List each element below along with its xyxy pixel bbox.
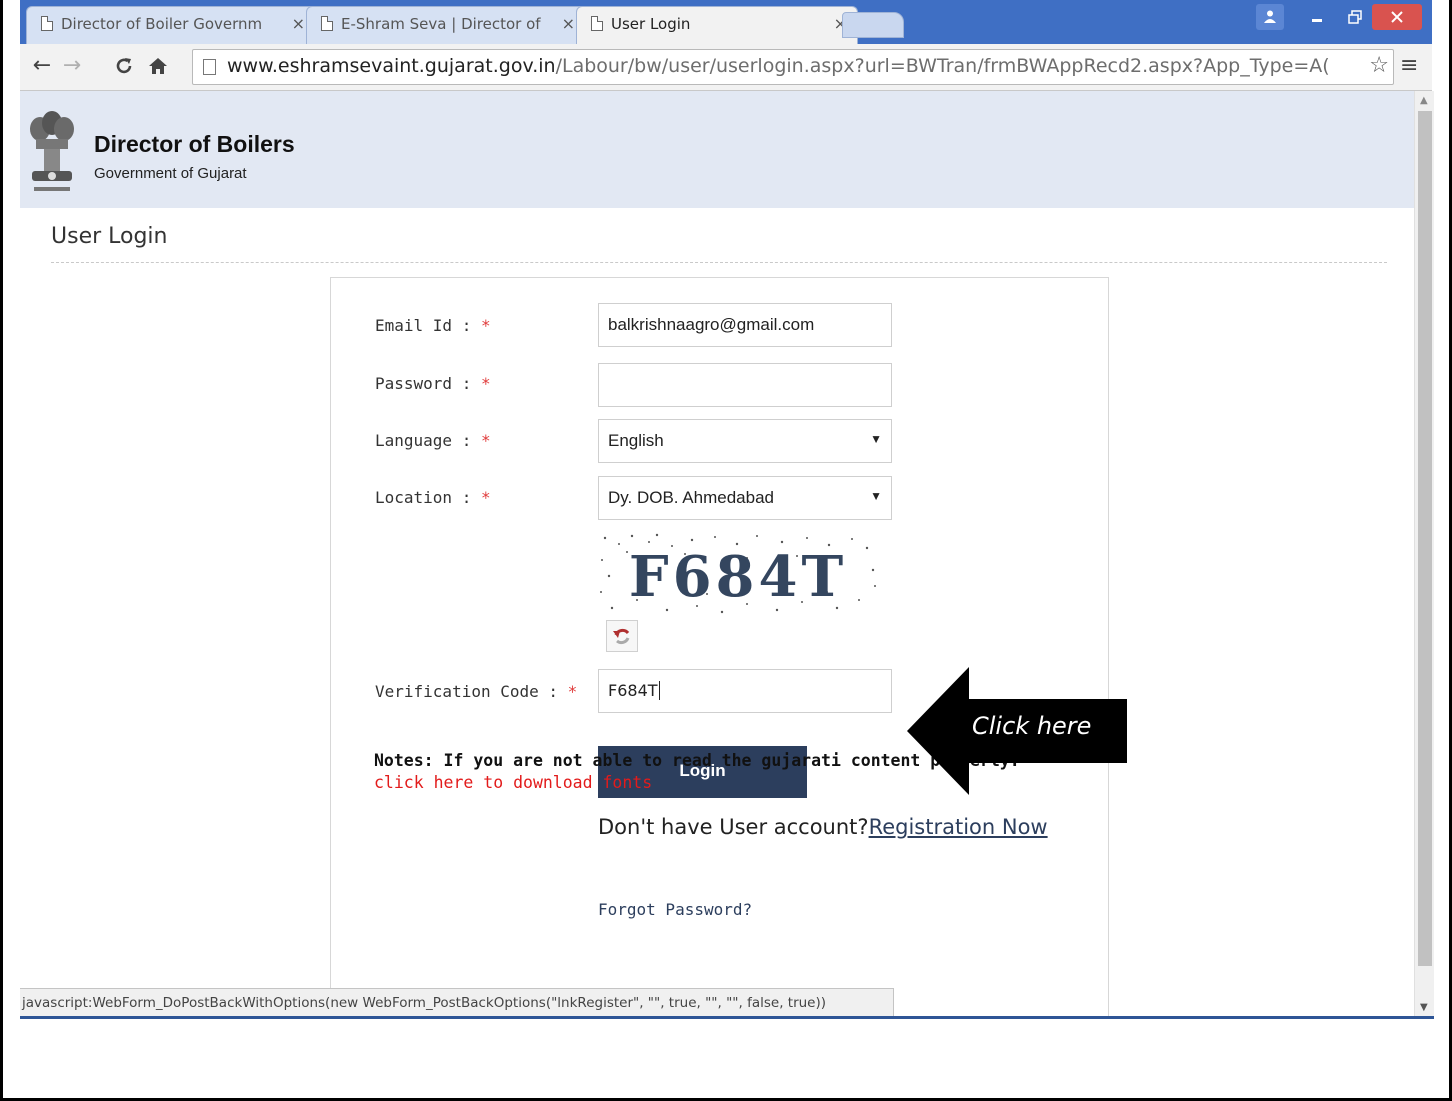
email-label: Email Id : * bbox=[375, 316, 491, 335]
url-text[interactable]: www.eshramsevaint.gujarat.gov.in/Labour/… bbox=[227, 55, 1362, 77]
required-mark: * bbox=[480, 374, 491, 393]
callout-text: Click here bbox=[972, 712, 1092, 740]
language-selected-value: English bbox=[608, 431, 664, 450]
forward-icon[interactable]: → bbox=[58, 52, 86, 80]
verification-code-field[interactable]: F684T bbox=[598, 669, 892, 713]
registration-now-link[interactable]: Registration Now bbox=[869, 815, 1048, 839]
minimize-icon[interactable] bbox=[1302, 4, 1332, 30]
required-mark: * bbox=[480, 316, 491, 335]
email-label-text: Email Id : bbox=[375, 316, 481, 335]
language-label-text: Language : bbox=[375, 431, 481, 450]
required-mark: * bbox=[480, 431, 491, 450]
url-path: /Labour/bw/user/userlogin.aspx?url=BWTra… bbox=[555, 55, 1330, 77]
verification-label: Verification Code : * bbox=[375, 682, 577, 701]
dropdown-arrow-icon: ▼ bbox=[870, 489, 882, 503]
scroll-down-icon[interactable]: ▼ bbox=[1420, 1002, 1428, 1013]
password-label: Password : * bbox=[375, 374, 491, 393]
tab-title: User Login bbox=[611, 15, 691, 33]
password-label-text: Password : bbox=[375, 374, 481, 393]
required-mark: * bbox=[567, 682, 578, 701]
vertical-scrollbar[interactable]: ▲ ▼ bbox=[1414, 91, 1434, 1017]
tab-e-shram-seva[interactable]: E-Shram Seva | Director of × bbox=[306, 6, 586, 44]
text-cursor bbox=[658, 681, 660, 700]
tab-title: Director of Boiler Governm bbox=[61, 15, 263, 33]
tab-user-login[interactable]: User Login × bbox=[576, 6, 858, 44]
status-bubble: javascript:WebForm_DoPostBackWithOptions… bbox=[20, 988, 894, 1016]
refresh-captcha-icon[interactable] bbox=[606, 620, 638, 652]
site-title: Director of Boilers bbox=[94, 131, 295, 157]
verification-code-value: F684T bbox=[608, 681, 658, 700]
forgot-password-link[interactable]: Forgot Password? bbox=[598, 900, 752, 919]
password-field[interactable] bbox=[598, 363, 892, 407]
language-label: Language : * bbox=[375, 431, 491, 450]
scroll-up-icon[interactable]: ▲ bbox=[1420, 95, 1428, 106]
close-icon[interactable]: × bbox=[292, 14, 305, 33]
page-icon bbox=[591, 16, 603, 31]
url-host: www.eshramsevaint.gujarat.gov.in bbox=[227, 55, 556, 77]
close-icon[interactable]: × bbox=[562, 14, 575, 33]
tab-title: E-Shram Seva | Director of bbox=[341, 15, 541, 33]
bookmark-star-icon[interactable]: ☆ bbox=[1369, 53, 1389, 78]
state-emblem-icon bbox=[30, 111, 74, 191]
location-label: Location : * bbox=[375, 488, 491, 507]
captcha-text: F684T bbox=[629, 544, 847, 610]
browser-window: Director of Boiler Governm × E-Shram Sev… bbox=[20, 0, 1432, 91]
site-header: Director of Boilers Government of Gujara… bbox=[20, 91, 1414, 208]
reload-icon[interactable] bbox=[110, 52, 138, 80]
language-select[interactable]: English ▼ bbox=[598, 419, 892, 463]
page-bottom-border bbox=[20, 1016, 1434, 1019]
new-tab-button[interactable] bbox=[842, 12, 904, 38]
page-icon bbox=[321, 16, 333, 31]
restore-icon[interactable] bbox=[1338, 4, 1372, 30]
page-title: User Login bbox=[51, 224, 168, 249]
address-bar[interactable]: www.eshramsevaint.gujarat.gov.in/Labour/… bbox=[192, 49, 1394, 85]
registration-prompt: Don't have User account?Registration Now bbox=[598, 814, 1058, 840]
required-mark: * bbox=[480, 488, 491, 507]
verification-label-text: Verification Code : bbox=[375, 682, 568, 701]
window-close-icon[interactable] bbox=[1372, 4, 1422, 30]
tab-director-of-boiler[interactable]: Director of Boiler Governm × bbox=[26, 6, 316, 44]
location-selected-value: Dy. DOB. Ahmedabad bbox=[608, 488, 774, 507]
site-subtitle: Government of Gujarat bbox=[94, 165, 247, 182]
heading-divider bbox=[51, 262, 1387, 263]
download-fonts-link[interactable]: click here to download fonts bbox=[374, 773, 652, 792]
login-form: Email Id : * balkrishnaagro@gmail.com Pa… bbox=[330, 277, 1109, 1017]
captcha-image: F684T bbox=[600, 533, 876, 614]
tab-strip: Director of Boiler Governm × E-Shram Sev… bbox=[20, 0, 1432, 44]
browser-toolbar: ← → www.eshramsevaint.gujarat.gov.in/Lab… bbox=[20, 44, 1432, 91]
back-icon[interactable]: ← bbox=[28, 52, 56, 80]
registration-prompt-text: Don't have User account? bbox=[598, 815, 869, 839]
page-viewport: Director of Boilers Government of Gujara… bbox=[20, 91, 1414, 1017]
location-select[interactable]: Dy. DOB. Ahmedabad ▼ bbox=[598, 476, 892, 520]
email-field[interactable]: balkrishnaagro@gmail.com bbox=[598, 303, 892, 347]
dropdown-arrow-icon: ▼ bbox=[870, 432, 882, 446]
home-icon[interactable] bbox=[144, 52, 172, 80]
menu-icon[interactable]: ≡ bbox=[1400, 53, 1418, 78]
scrollbar-thumb[interactable] bbox=[1418, 111, 1432, 966]
location-label-text: Location : bbox=[375, 488, 481, 507]
page-icon bbox=[203, 59, 216, 75]
page-icon bbox=[41, 16, 53, 31]
user-profile-icon[interactable] bbox=[1256, 4, 1284, 30]
